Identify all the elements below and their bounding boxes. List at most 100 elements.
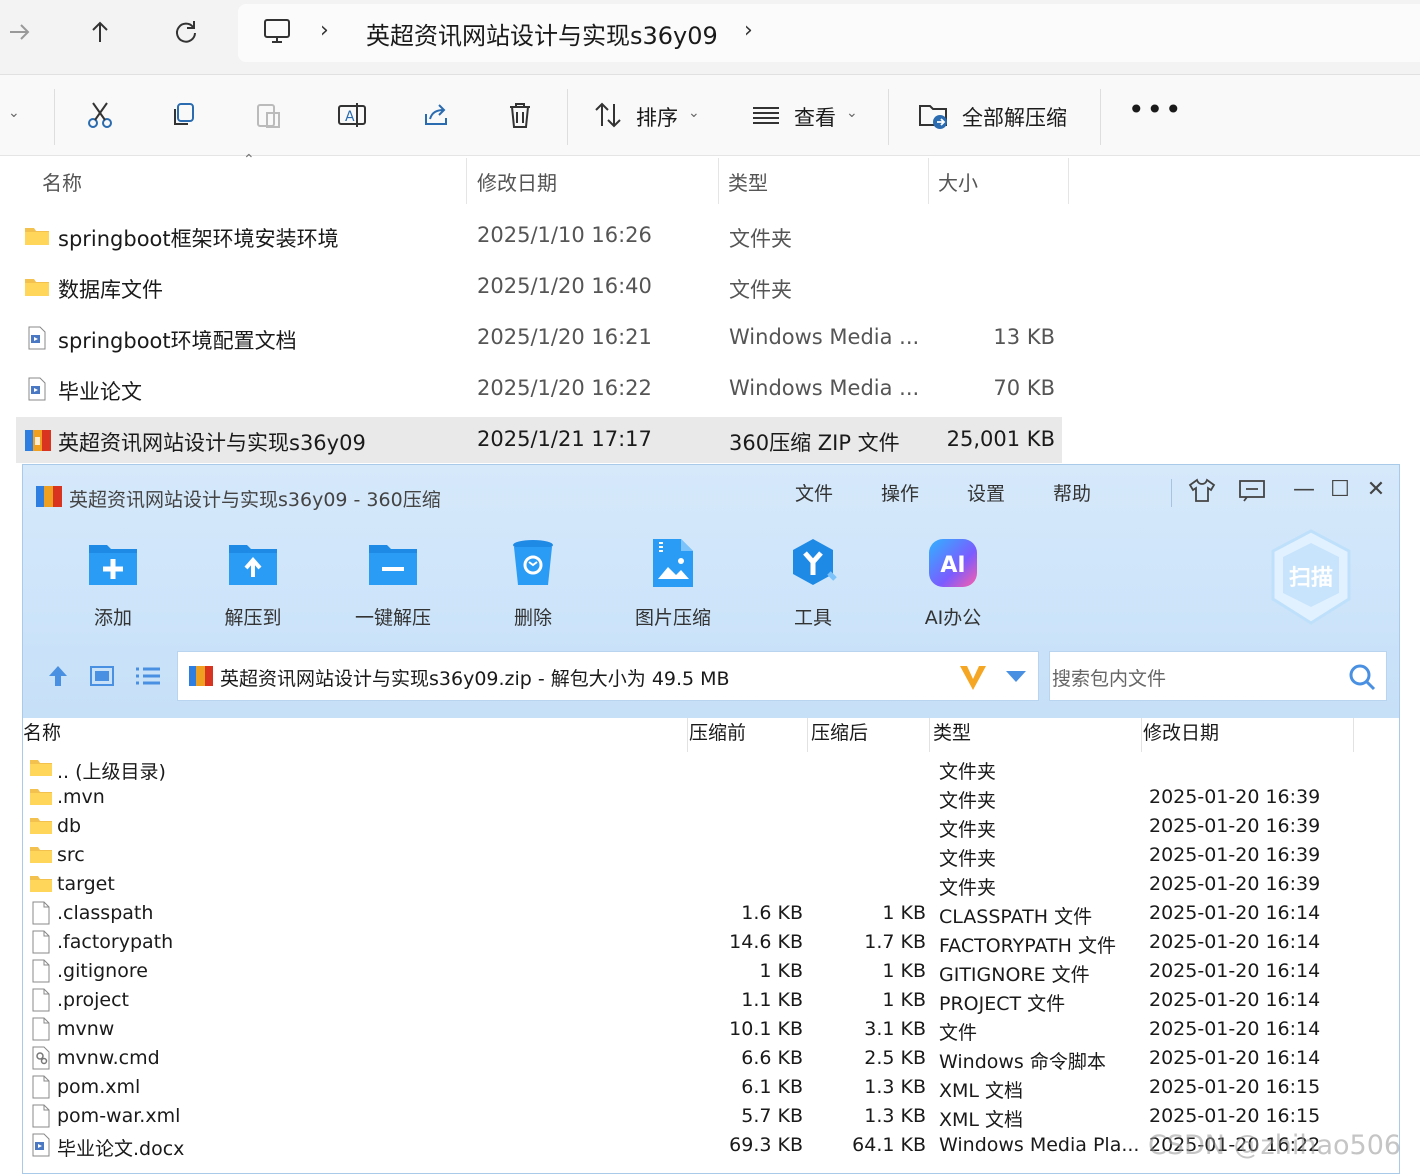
sort-caret-icon[interactable]: ⌄ [688, 105, 700, 121]
skin-icon[interactable] [1185, 477, 1219, 509]
column-divider[interactable] [687, 718, 688, 752]
archive-path-field[interactable]: 英超资讯网站设计与实现s36y09.zip - 解包大小为 49.5 MB [177, 651, 1039, 701]
zip-column-header-after[interactable]: 压缩后 [811, 718, 868, 752]
column-divider[interactable] [928, 158, 929, 204]
menu-file[interactable]: 文件 [795, 479, 833, 506]
extract-all-icon[interactable] [918, 99, 950, 131]
file-type: 文件夹 [729, 278, 792, 302]
new-menu-caret-icon[interactable]: ⌄ [8, 105, 20, 121]
column-header-date[interactable]: 修改日期 [477, 158, 557, 204]
zip-column-header-date[interactable]: 修改日期 [1143, 718, 1219, 752]
breadcrumb-chevron-icon[interactable]: › [744, 18, 753, 43]
archive-item-date: 2025-01-20 16:15 [1149, 1105, 1321, 1127]
archive-row[interactable]: .project 1.1 KB 1 KB PROJECT 文件 2025-01-20 1… [23, 987, 1399, 1016]
breadcrumb-chevron-icon[interactable]: › [320, 18, 329, 43]
menu-operate[interactable]: 操作 [881, 479, 919, 506]
file-size: 70 KB [993, 376, 1055, 400]
zip-column-header-before[interactable]: 压缩前 [689, 718, 746, 752]
tool-add[interactable]: 添加 [63, 535, 163, 630]
paste-icon[interactable] [252, 99, 284, 131]
rename-icon[interactable]: A [336, 99, 368, 131]
column-divider[interactable] [1141, 718, 1142, 752]
search-icon[interactable] [1348, 663, 1376, 691]
command-bar: ⌄ A 排序 ⌄ 查看 ⌄ 全部解压缩 ••• [0, 75, 1420, 156]
view-button[interactable]: 查看 [794, 102, 836, 132]
archive-item-type: XML 文档 [939, 1109, 1024, 1131]
divider [567, 89, 568, 145]
archiver-title: 英超资讯网站设计与实现s36y09 - 360压缩 [69, 489, 441, 511]
file-row[interactable]: 毕业论文 2025/1/20 16:22 Windows Media ... 7… [16, 366, 1062, 412]
sort-button[interactable]: 排序 [636, 102, 678, 132]
tool-image-compress[interactable]: 图片压缩 [623, 535, 723, 630]
tool-ai-office[interactable]: AI AI办公 [903, 535, 1003, 630]
column-header-type[interactable]: 类型 [728, 158, 768, 204]
file-row[interactable]: springboot框架环境安装环境 2025/1/10 16:26 文件夹 [16, 213, 1062, 259]
search-input[interactable]: 搜索包内文件 [1049, 651, 1387, 701]
archive-row[interactable]: mvnw.cmd 6.6 KB 2.5 KB Windows 命令脚本 2025-01-… [23, 1045, 1399, 1074]
archive-row[interactable]: pom-war.xml 5.7 KB 1.3 KB XML 文档 2025-01-20 … [23, 1103, 1399, 1132]
zip-column-header-type[interactable]: 类型 [933, 718, 971, 752]
view-caret-icon[interactable]: ⌄ [846, 105, 858, 121]
tool-one-click-extract[interactable]: 一键解压 [343, 535, 443, 630]
view-icon[interactable] [750, 99, 782, 131]
minimize-icon[interactable]: — [1287, 477, 1321, 502]
archive-row[interactable]: target 文件夹 2025-01-20 16:39 [23, 871, 1399, 900]
zip-column-header-name[interactable]: 名称 [23, 718, 61, 752]
archive-row[interactable]: .factorypath 14.6 KB 1.7 KB FACTORYPATH 文件 2… [23, 929, 1399, 958]
share-icon[interactable] [420, 99, 452, 131]
tool-delete[interactable]: 删除 [483, 535, 583, 630]
archive-item-type: FACTORYPATH 文件 [939, 935, 1116, 957]
path-dropdown-icon[interactable] [1004, 668, 1028, 684]
feedback-icon[interactable] [1235, 477, 1269, 509]
maximize-icon[interactable]: ☐ [1323, 477, 1357, 502]
menu-settings[interactable]: 设置 [967, 479, 1005, 506]
file-row[interactable]: springboot环境配置文档 2025/1/20 16:21 Windows… [16, 315, 1062, 361]
refresh-icon[interactable] [166, 14, 206, 50]
tool-one-click-extract-label: 一键解压 [354, 607, 431, 629]
file-row[interactable]: 数据库文件 2025/1/20 16:40 文件夹 [16, 264, 1062, 310]
archive-row[interactable]: mvnw 10.1 KB 3.1 KB 文件 2025-01-20 16:14 [23, 1016, 1399, 1045]
column-header-name[interactable]: 名称 [42, 158, 82, 204]
column-divider[interactable] [718, 158, 719, 204]
file-name: 数据库文件 [58, 278, 163, 302]
copy-icon[interactable] [168, 99, 200, 131]
archive-row[interactable]: db 文件夹 2025-01-20 16:39 [23, 813, 1399, 842]
list-view-icon[interactable] [133, 661, 163, 691]
extract-all-button[interactable]: 全部解压缩 [962, 102, 1067, 132]
file-row-selected[interactable]: 英超资讯网站设计与实现s36y09 2025/1/21 17:17 360压缩 … [16, 417, 1062, 463]
column-divider[interactable] [1353, 718, 1354, 752]
column-divider[interactable] [807, 718, 808, 752]
archive-item-type: GITIGNORE 文件 [939, 964, 1090, 986]
archive-row[interactable]: pom.xml 6.1 KB 1.3 KB XML 文档 2025-01-20 16:1… [23, 1074, 1399, 1103]
this-pc-icon[interactable] [262, 16, 292, 46]
up-level-icon[interactable] [43, 661, 73, 691]
column-divider[interactable] [929, 718, 930, 752]
file-date: 2025/1/20 16:21 [477, 325, 652, 349]
svg-text:A: A [345, 109, 355, 125]
tool-extract-to[interactable]: 解压到 [203, 535, 303, 630]
close-icon[interactable]: ✕ [1359, 477, 1393, 502]
column-header-size[interactable]: 大小 [938, 158, 978, 204]
scan-button[interactable]: 扫描 [1267, 527, 1355, 627]
thumbnail-view-icon[interactable] [87, 661, 117, 691]
column-divider[interactable] [1068, 158, 1069, 204]
tool-tools[interactable]: 工具 [763, 535, 863, 630]
more-options-icon[interactable]: ••• [1128, 93, 1184, 126]
archive-row[interactable]: .. (上级目录) 文件夹 [23, 755, 1399, 784]
archive-item-date: 2025-01-20 16:39 [1149, 873, 1321, 895]
forward-arrow-icon[interactable] [0, 14, 40, 50]
archive-row[interactable]: src 文件夹 2025-01-20 16:39 [23, 842, 1399, 871]
breadcrumb-current[interactable]: 英超资讯网站设计与实现s36y09 [366, 16, 718, 51]
cut-icon[interactable] [84, 99, 116, 131]
archive-row[interactable]: .mvn 文件夹 2025-01-20 16:39 [23, 784, 1399, 813]
menu-help[interactable]: 帮助 [1053, 479, 1091, 506]
sort-icon[interactable] [592, 99, 624, 131]
archive-row[interactable]: .gitignore 1 KB 1 KB GITIGNORE 文件 2025-01-20… [23, 958, 1399, 987]
archive-item-size-before: 1.6 KB [741, 902, 803, 924]
favorite-v-icon[interactable] [958, 662, 988, 692]
delete-icon [505, 535, 561, 591]
up-arrow-icon[interactable] [80, 14, 120, 50]
delete-icon[interactable] [504, 99, 536, 131]
column-divider[interactable] [466, 158, 467, 204]
archive-row[interactable]: .classpath 1.6 KB 1 KB CLASSPATH 文件 2025-01-… [23, 900, 1399, 929]
